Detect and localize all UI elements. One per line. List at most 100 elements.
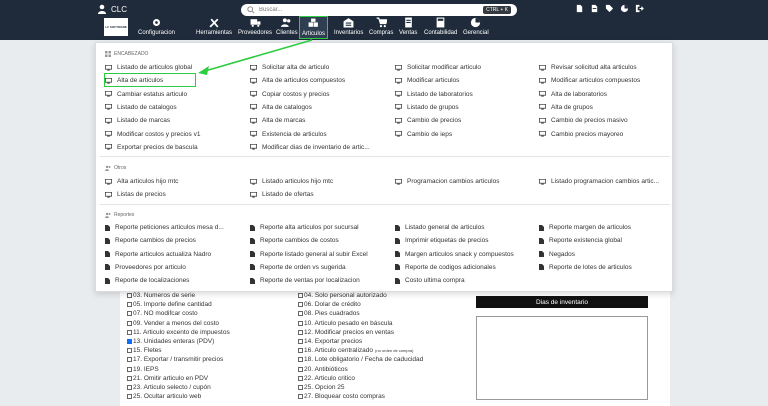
nav-proveedores[interactable]: Proveedores (238, 17, 272, 36)
menu-item[interactable]: Reporte existencia global (539, 237, 622, 244)
menu-item[interactable]: Modificar articulos compuestos (539, 77, 640, 84)
option-checkbox[interactable]: 09. Vender a menos del costo (127, 320, 219, 327)
menu-item[interactable]: Reporte de orden vs sugerida (250, 264, 346, 271)
checkbox[interactable] (127, 302, 132, 308)
checkbox[interactable] (127, 385, 132, 390)
option-checkbox[interactable]: 19. IEPS (127, 366, 159, 373)
option-checkbox[interactable]: 15. Fletes (127, 347, 162, 354)
checkbox[interactable] (127, 311, 132, 317)
option-checkbox[interactable]: 25. Opcion 25 (298, 384, 344, 391)
option-checkbox[interactable]: 13. Unidades enteras (PDV) (127, 338, 214, 345)
menu-item[interactable]: Negados (539, 251, 575, 258)
menu-item[interactable]: Reporte articulos actualiza Nadro (105, 251, 211, 258)
checkbox[interactable] (298, 320, 303, 326)
menu-item[interactable]: Modificar articulos (395, 77, 459, 84)
menu-item[interactable]: Cambio de ieps (395, 131, 452, 138)
checkbox[interactable] (127, 320, 132, 326)
option-checkbox[interactable]: 04. Solo personal autorizado (298, 292, 387, 299)
menu-item[interactable]: Reporte alta articulos por sucursal (250, 224, 359, 231)
menu-item[interactable]: Alta de grupos (539, 104, 593, 111)
nav-configuracion[interactable]: Configuracion (138, 17, 175, 36)
menu-item[interactable]: Proveedores por articulo (105, 264, 186, 271)
menu-item[interactable]: Reporte de localizaciones (105, 277, 189, 284)
menu-item[interactable]: Cambiar estatus articulo (105, 91, 187, 98)
menu-item[interactable]: Reporte cambios de precios (105, 237, 196, 244)
option-checkbox[interactable]: 14. Exportar precios (298, 338, 362, 345)
menu-item[interactable]: Exportar precios de bascula (105, 144, 198, 151)
menu-item[interactable]: Revisar solicitud alta articulos (539, 64, 637, 71)
menu-item[interactable]: Listado de grupos (395, 104, 459, 111)
menu-item[interactable]: Costo ultima compra (395, 277, 465, 284)
option-checkbox[interactable]: 22. Articulo critico (298, 375, 355, 382)
option-checkbox[interactable]: 18. Lote obligatorio / Fecha de caducida… (298, 356, 423, 363)
menu-item[interactable]: Reporte listado general al subir Excel (250, 251, 368, 258)
nav-gerencial[interactable]: Gerencial (463, 17, 489, 36)
menu-item[interactable]: Imprimir etiquetas de precios (395, 237, 488, 244)
option-checkbox[interactable]: 17. Exportar / transmitir precios (127, 356, 223, 363)
checkbox[interactable] (298, 394, 303, 400)
checkbox[interactable] (298, 366, 303, 372)
nav-herramientas[interactable]: Herramientas (196, 17, 232, 36)
option-checkbox[interactable]: 03. Numeros de serie (127, 292, 195, 299)
checkbox[interactable] (298, 329, 303, 335)
checkbox[interactable] (127, 357, 132, 363)
checkbox[interactable] (298, 375, 303, 381)
menu-item[interactable]: Reporte peticiones articulos mesa d... (105, 224, 224, 231)
menu-item[interactable]: Cambio de precios (395, 117, 461, 124)
option-checkbox[interactable]: 11. Articulo excento de impuestos (127, 329, 230, 336)
checkbox[interactable] (298, 348, 303, 354)
menu-item[interactable]: Listado general de articulos (395, 224, 485, 231)
document-icon[interactable] (575, 4, 584, 13)
option-checkbox[interactable]: 20. Antibióticos (298, 366, 348, 373)
checkbox[interactable] (298, 311, 303, 317)
option-checkbox[interactable]: 10. Articulo pesado en báscula (298, 320, 393, 327)
menu-item[interactable]: Reporte margen de articulos (539, 224, 631, 231)
menu-item[interactable]: Listado de articulos global (105, 64, 192, 71)
menu-item[interactable]: Reporte de ventas por localizacion (250, 277, 360, 284)
menu-item[interactable]: Modificar costos y precios v1 (105, 131, 200, 138)
menu-item[interactable]: Reporte de lotes de articulos (539, 264, 632, 271)
menu-item[interactable]: Alta de catalogos (250, 104, 312, 111)
checkbox[interactable] (127, 394, 132, 400)
tag-icon[interactable] (605, 4, 614, 13)
checkbox[interactable] (298, 357, 303, 363)
menu-item[interactable]: Alta articulos hijo mtc (105, 178, 178, 185)
option-checkbox[interactable]: 25. Ocultar articulo web (127, 393, 201, 400)
option-checkbox[interactable]: 05. Importe define cantidad (127, 301, 212, 308)
file-icon[interactable] (590, 4, 599, 13)
search-bar[interactable]: CTRL + K (241, 4, 517, 16)
checkbox[interactable] (127, 375, 132, 381)
menu-item[interactable]: Listado de ofertas (250, 191, 314, 198)
checkbox[interactable] (298, 302, 303, 308)
checkbox[interactable] (298, 339, 303, 344)
checkbox[interactable] (298, 385, 303, 390)
nav-contabilidad[interactable]: Contabilidad (424, 17, 457, 36)
nav-ventas[interactable]: Ventas (399, 17, 417, 36)
option-checkbox[interactable]: 08. Pies cuadrados (298, 310, 360, 317)
menu-item[interactable]: Copiar costos y precios (250, 91, 330, 98)
user-menu[interactable]: CLC (97, 4, 127, 14)
search-input[interactable] (259, 7, 439, 13)
option-checkbox[interactable]: 07. NO modifcar costo (127, 310, 198, 317)
nav-compras[interactable]: Compras (369, 17, 393, 36)
nav-clientes[interactable]: Clientes (276, 17, 298, 36)
menu-item[interactable]: Listado de catalogos (105, 104, 177, 111)
menu-item[interactable]: Listas de precios (105, 191, 166, 198)
menu-item[interactable]: Alta de marcas (250, 117, 305, 124)
menu-item[interactable]: Reporte de codigos adicionales (395, 264, 496, 271)
menu-item[interactable]: Solicitar alta de articulo (250, 64, 329, 71)
menu-item[interactable]: Listado articulos hijo mtc (250, 178, 333, 185)
checkbox[interactable] (298, 293, 303, 298)
nav-inventarios[interactable]: Inventarios (334, 17, 363, 36)
option-checkbox[interactable]: 27. Bloquear costo compras (298, 393, 385, 400)
checkbox[interactable] (127, 339, 132, 344)
menu-item[interactable]: Alta de articulos compuestos (250, 77, 345, 84)
menu-item[interactable]: Programacion cambios articulos (395, 178, 499, 185)
option-checkbox[interactable]: 23. Articulo selecto / cupón (127, 384, 211, 391)
checkbox[interactable] (127, 293, 132, 298)
menu-item[interactable]: Listado de laboratorios (395, 91, 473, 98)
menu-item[interactable]: Solicitar modificar articulo (395, 64, 481, 71)
menu-item[interactable]: Cambio precios mayoreo (539, 131, 623, 138)
checkbox[interactable] (127, 366, 132, 372)
pie-icon[interactable] (620, 4, 629, 13)
